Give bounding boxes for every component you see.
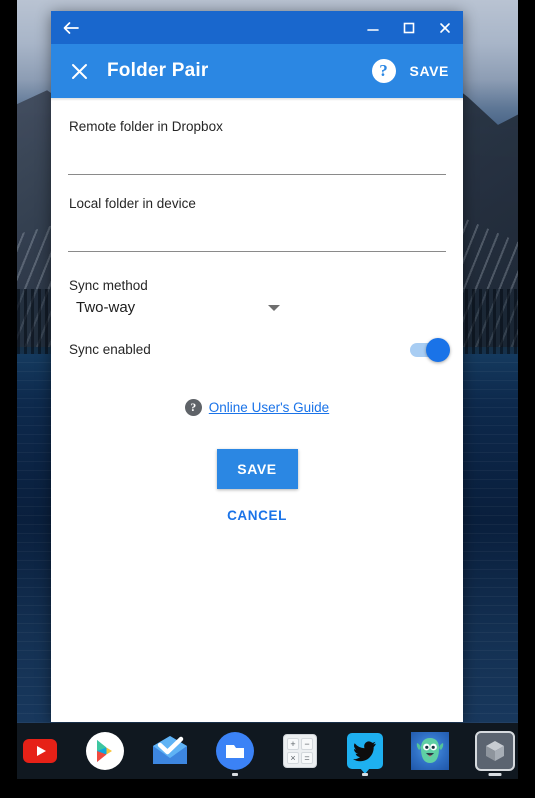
shelf-item-twitter[interactable] xyxy=(343,729,387,776)
maximize-icon[interactable] xyxy=(391,11,427,44)
running-indicator xyxy=(362,773,368,776)
shelf-item-youtube[interactable] xyxy=(18,729,62,773)
close-x-icon[interactable] xyxy=(51,44,107,98)
back-arrow-icon[interactable] xyxy=(51,11,91,44)
page-title: Folder Pair xyxy=(107,60,209,81)
remote-folder-label: Remote folder in Dropbox xyxy=(69,119,223,134)
cube-icon xyxy=(475,731,515,771)
twitter-icon xyxy=(347,733,383,769)
files-icon xyxy=(216,732,254,770)
chevron-down-icon xyxy=(268,304,280,311)
form-content: Remote folder in Dropbox Local folder in… xyxy=(51,98,463,722)
window-titlebar xyxy=(51,11,463,44)
inbox-icon xyxy=(151,736,189,766)
desktop: Folder Pair ? SAVE Remote folder in Drop… xyxy=(17,0,518,723)
calc-key-equals: = xyxy=(301,752,313,764)
online-users-guide-link[interactable]: Online User's Guide xyxy=(209,400,329,415)
sync-method-dropdown[interactable]: Two-way xyxy=(68,299,280,316)
shelf-item-inbox[interactable] xyxy=(148,729,192,773)
monster-icon xyxy=(411,732,449,770)
appbar-save-button[interactable]: SAVE xyxy=(410,63,450,79)
folder-pair-window: Folder Pair ? SAVE Remote folder in Drop… xyxy=(51,11,463,722)
shelf-item-files[interactable] xyxy=(213,729,257,776)
sync-enabled-field: Sync enabled xyxy=(68,337,450,362)
calc-key-plus: + xyxy=(287,738,299,750)
sync-method-field: Sync method Two-way xyxy=(68,278,446,316)
local-folder-label: Local folder in device xyxy=(69,196,196,211)
shelf-item-monster-app[interactable] xyxy=(408,729,452,773)
shelf-item-package-app[interactable] xyxy=(473,729,517,776)
sync-method-label: Sync method xyxy=(69,278,148,293)
minimize-icon[interactable] xyxy=(355,11,391,44)
shelf-item-calculator[interactable]: + − × = xyxy=(278,729,322,773)
shelf-item-play-store[interactable] xyxy=(83,729,127,773)
running-indicator xyxy=(488,773,502,776)
local-folder-field: Local folder in device xyxy=(68,196,446,252)
sync-enabled-label: Sync enabled xyxy=(69,342,151,357)
save-button[interactable]: SAVE xyxy=(216,449,298,489)
running-indicator xyxy=(232,773,238,776)
calculator-icon: + − × = xyxy=(283,734,317,768)
taskbar-shelf: + − × = xyxy=(17,723,518,779)
cancel-button[interactable]: CANCEL xyxy=(221,507,293,524)
youtube-icon xyxy=(23,739,57,763)
play-store-icon xyxy=(86,732,124,770)
online-guide-row: ? Online User's Guide xyxy=(68,399,446,416)
local-folder-input[interactable] xyxy=(68,222,446,252)
sync-method-value: Two-way xyxy=(76,299,136,316)
close-icon[interactable] xyxy=(427,11,463,44)
help-circle-icon: ? xyxy=(184,399,202,416)
help-circle-icon[interactable]: ? xyxy=(371,59,396,83)
remote-folder-field: Remote folder in Dropbox xyxy=(68,119,446,175)
calc-key-minus: − xyxy=(301,738,313,750)
calc-key-multiply: × xyxy=(287,752,299,764)
app-bar: Folder Pair ? SAVE xyxy=(51,44,463,98)
remote-folder-input[interactable] xyxy=(68,145,446,175)
sync-enabled-toggle[interactable] xyxy=(410,337,450,362)
